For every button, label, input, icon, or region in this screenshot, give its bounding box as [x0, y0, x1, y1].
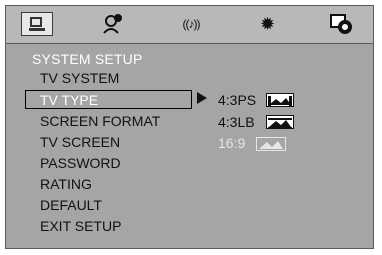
- menu-item-exit-setup[interactable]: EXIT SETUP: [40, 218, 121, 234]
- page-title: SYSTEM SETUP: [32, 51, 143, 67]
- top-tab-bar: ((♪)) ✹: [6, 6, 373, 44]
- menu-item-screen-format[interactable]: SCREEN FORMAT: [40, 113, 160, 129]
- pan-scan-icon: [266, 93, 294, 107]
- user-icon: [103, 14, 122, 34]
- tab-disc[interactable]: [326, 12, 358, 36]
- letterbox-icon: [266, 115, 294, 129]
- option-4-3lb[interactable]: 4:3LB: [218, 114, 255, 130]
- gear-icon: ✹: [259, 13, 275, 34]
- tab-audio[interactable]: ((♪)): [175, 12, 207, 36]
- monitor-icon: [29, 17, 45, 31]
- menu-item-tv-type[interactable]: TV TYPE: [40, 92, 98, 108]
- menu-item-rating[interactable]: RATING: [40, 176, 92, 192]
- tab-user[interactable]: [96, 12, 128, 36]
- speaker-icon: ((♪)): [182, 17, 201, 31]
- widescreen-icon: [256, 137, 286, 151]
- tab-monitor[interactable]: [21, 12, 53, 36]
- menu-item-default[interactable]: DEFAULT: [40, 197, 102, 213]
- submenu-arrow-icon: [197, 92, 207, 104]
- option-4-3ps[interactable]: 4:3PS: [218, 92, 256, 108]
- option-16-9: 16:9: [218, 135, 246, 151]
- menu-item-password[interactable]: PASSWORD: [40, 155, 121, 171]
- menu-item-tv-screen[interactable]: TV SCREEN: [40, 134, 120, 150]
- tab-settings[interactable]: ✹: [251, 12, 283, 36]
- menu-item-tv-system[interactable]: TV SYSTEM: [40, 70, 119, 86]
- disc-icon: [330, 14, 352, 34]
